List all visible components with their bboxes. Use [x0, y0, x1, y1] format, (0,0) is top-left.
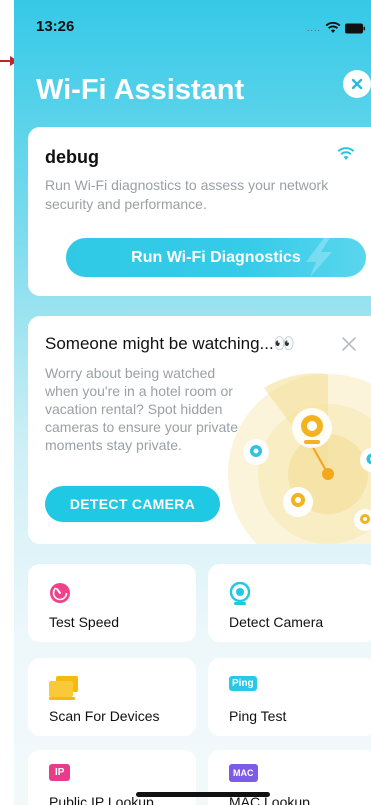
home-indicator: [136, 792, 270, 797]
speedometer-icon: [50, 583, 70, 603]
lightning-icon: [306, 238, 332, 277]
camera-card-title: Someone might be watching...👀: [45, 334, 295, 353]
camera-card-description: Worry about being watched when you're in…: [45, 365, 238, 453]
tool-detect-camera[interactable]: Detect Camera: [208, 564, 371, 642]
status-bar: 13:26 ....: [14, 18, 371, 38]
page-title: Wi-Fi Assistant: [36, 74, 245, 106]
network-description: Run Wi-Fi diagnostics to assess your net…: [45, 177, 329, 212]
status-time: 13:26: [36, 18, 75, 35]
close-icon: [351, 78, 363, 90]
wifi-icon: [325, 22, 341, 33]
tool-test-speed[interactable]: Test Speed: [28, 564, 196, 642]
ping-icon: Ping: [229, 676, 257, 691]
tool-label: Detect Camera: [229, 614, 324, 630]
devices-icon: [49, 676, 78, 700]
app-screen: 13:26 .... Wi-Fi Assistant debug Run Wi-…: [14, 0, 371, 805]
mac-icon: MAC: [229, 764, 258, 782]
close-button[interactable]: [343, 70, 371, 98]
run-diagnostics-label: Run Wi-Fi Diagnostics: [131, 248, 301, 266]
tool-label: Ping Test: [229, 708, 287, 724]
dismiss-icon[interactable]: [341, 336, 357, 352]
tool-scan-devices[interactable]: Scan For Devices: [28, 658, 196, 736]
tool-ping-test[interactable]: Ping Ping Test: [208, 658, 371, 736]
network-name: debug: [45, 147, 99, 167]
battery-icon: [345, 23, 365, 33]
camera-card: Someone might be watching...👀 Worry abou…: [28, 316, 371, 544]
signal-dots: ....: [306, 23, 321, 33]
tool-label: Scan For Devices: [49, 708, 160, 724]
wifi-signal-icon: [337, 147, 355, 160]
camera-icon: [229, 582, 251, 605]
ip-icon: IP: [49, 764, 71, 781]
tool-label: Test Speed: [49, 614, 120, 630]
run-diagnostics-button[interactable]: Run Wi-Fi Diagnostics: [66, 238, 366, 277]
detect-camera-button[interactable]: DETECT CAMERA: [45, 486, 220, 522]
network-card: debug Run Wi-Fi diagnostics to assess yo…: [28, 127, 371, 296]
